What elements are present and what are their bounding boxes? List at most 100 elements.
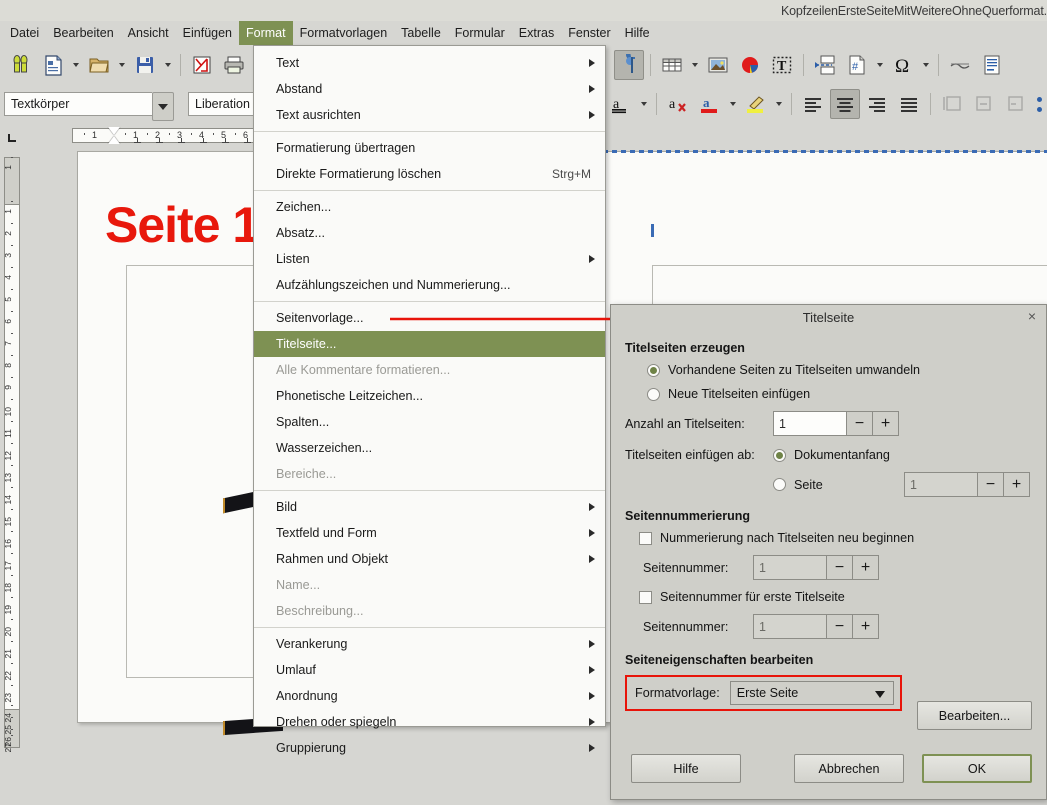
pagenum-spinner-1[interactable]: 1 − +: [753, 555, 879, 580]
font-color-dropdown-arrow[interactable]: [727, 89, 739, 119]
insert-chart-icon[interactable]: [735, 50, 765, 80]
pagenum-2-plus-button[interactable]: +: [853, 614, 879, 639]
help-button[interactable]: Hilfe: [631, 754, 741, 783]
save-icon[interactable]: [130, 50, 160, 80]
menu-item-text[interactable]: Text: [254, 50, 605, 76]
check-row-firstpage[interactable]: Seitennummer für erste Titelseite: [639, 590, 1032, 604]
ok-button[interactable]: OK: [922, 754, 1032, 783]
pagenum-input-2[interactable]: 1: [753, 614, 827, 639]
count-plus-button[interactable]: +: [873, 411, 899, 436]
menubar-item-bearbeiten[interactable]: Bearbeiten: [46, 21, 120, 45]
character-highlight-icon[interactable]: a: [606, 89, 636, 119]
menubar-item-datei[interactable]: Datei: [3, 21, 46, 45]
count-minus-button[interactable]: −: [847, 411, 873, 436]
menu-item-anordnung[interactable]: Anordnung: [254, 683, 605, 709]
highlight-color-dropdown-arrow[interactable]: [773, 89, 785, 119]
radio-insert-indicator[interactable]: [647, 388, 660, 401]
menubar-item-ansicht[interactable]: Ansicht: [121, 21, 176, 45]
menu-item-bild[interactable]: Bild: [254, 494, 605, 520]
cancel-button[interactable]: Abbrechen: [794, 754, 904, 783]
insert-footnote-icon[interactable]: [945, 50, 975, 80]
page-style-select[interactable]: Erste Seite: [730, 681, 894, 705]
menu-item-absatz[interactable]: Absatz...: [254, 220, 605, 246]
paragraph-style-combo[interactable]: Textkörper: [4, 92, 174, 116]
align-right-icon[interactable]: [862, 89, 892, 119]
menubar-item-formular[interactable]: Formular: [448, 21, 512, 45]
menubar-item-extras[interactable]: Extras: [512, 21, 561, 45]
menu-item-seitenvorlage[interactable]: Seitenvorlage...: [254, 305, 605, 331]
format-dropdown-menu[interactable]: TextAbstandText ausrichten Formatierung ü…: [253, 45, 606, 727]
menu-item-titelseite[interactable]: Titelseite...: [254, 331, 605, 357]
ruler-corner-tabstop[interactable]: [0, 123, 24, 147]
count-input[interactable]: 1: [773, 411, 847, 436]
new-document-icon[interactable]: [38, 50, 68, 80]
new-document-dropdown-arrow[interactable]: [70, 50, 82, 80]
find-replace-icon[interactable]: [6, 50, 36, 80]
insert-field-icon[interactable]: #: [842, 50, 872, 80]
menu-item-formatierung-übertragen[interactable]: Formatierung übertragen: [254, 135, 605, 161]
align-center-icon[interactable]: [830, 89, 860, 119]
open-file-icon[interactable]: [84, 50, 114, 80]
pagenum-spinner-2[interactable]: 1 − +: [753, 614, 879, 639]
insert-image-icon[interactable]: [703, 50, 733, 80]
insert-page-break-icon[interactable]: [810, 50, 840, 80]
character-highlight-dropdown-arrow[interactable]: [638, 89, 650, 119]
special-character-icon[interactable]: Ω: [888, 50, 918, 80]
justify-icon[interactable]: [894, 89, 924, 119]
check-firstpage-indicator[interactable]: [639, 591, 652, 604]
menubar-item-hilfe[interactable]: Hilfe: [618, 21, 657, 45]
pagenum-2-minus-button[interactable]: −: [827, 614, 853, 639]
menu-item-textfeld-und-form[interactable]: Textfeld und Form: [254, 520, 605, 546]
formatting-marks-icon[interactable]: [614, 50, 644, 80]
menubar-item-einfügen[interactable]: Einfügen: [176, 21, 239, 45]
insert-table-dropdown-arrow[interactable]: [689, 50, 701, 80]
radio-row-insert[interactable]: Neue Titelseiten einfügen: [647, 387, 1032, 401]
indent-marker-icon[interactable]: [108, 127, 121, 144]
print-icon[interactable]: [219, 50, 249, 80]
menu-item-abstand[interactable]: Abstand: [254, 76, 605, 102]
insert-table-icon[interactable]: [657, 50, 687, 80]
menubar-item-format[interactable]: Format: [239, 21, 293, 45]
highlight-color-icon[interactable]: [741, 89, 771, 119]
align-left-icon[interactable]: [798, 89, 828, 119]
page-style-row-highlighted[interactable]: Formatvorlage: Erste Seite: [625, 675, 902, 711]
check-restart-indicator[interactable]: [639, 532, 652, 545]
menubar-item-tabelle[interactable]: Tabelle: [394, 21, 448, 45]
menu-item-spalten[interactable]: Spalten...: [254, 409, 605, 435]
menubar-item-formatvorlagen[interactable]: Formatvorlagen: [293, 21, 395, 45]
count-spinner[interactable]: 1 − +: [773, 411, 899, 436]
page-spinner[interactable]: 1 − +: [904, 472, 1030, 497]
insert-textbox-icon[interactable]: T: [767, 50, 797, 80]
open-file-dropdown-arrow[interactable]: [116, 50, 128, 80]
check-row-restart[interactable]: Nummerierung nach Titelseiten neu beginn…: [639, 531, 1032, 545]
insert-field-dropdown-arrow[interactable]: [874, 50, 886, 80]
special-character-dropdown-arrow[interactable]: [920, 50, 932, 80]
menu-item-rahmen-und-objekt[interactable]: Rahmen und Objekt: [254, 546, 605, 572]
page-plus-button[interactable]: +: [1004, 472, 1030, 497]
menu-item-verankerung[interactable]: Verankerung: [254, 631, 605, 657]
save-dropdown-arrow[interactable]: [162, 50, 174, 80]
radio-convert-indicator[interactable]: [647, 364, 660, 377]
page-minus-button[interactable]: −: [978, 472, 1004, 497]
pagenum-1-plus-button[interactable]: +: [853, 555, 879, 580]
menu-item-aufzählungszeichen-und-nummerierung[interactable]: Aufzählungszeichen und Nummerierung...: [254, 272, 605, 298]
radio-page-indicator[interactable]: [773, 478, 786, 491]
insert-endnote-icon[interactable]: [977, 50, 1007, 80]
pagenum-1-minus-button[interactable]: −: [827, 555, 853, 580]
menubar-item-fenster[interactable]: Fenster: [561, 21, 617, 45]
menu-item-gruppierung[interactable]: Gruppierung: [254, 735, 605, 761]
toolbar-overflow-handle[interactable]: [1037, 97, 1042, 112]
export-pdf-icon[interactable]: [187, 50, 217, 80]
menu-item-text-ausrichten[interactable]: Text ausrichten: [254, 102, 605, 128]
page-input[interactable]: 1: [904, 472, 978, 497]
paragraph-style-value[interactable]: Textkörper: [4, 92, 152, 116]
menu-item-umlauf[interactable]: Umlauf: [254, 657, 605, 683]
radio-doc-start-indicator[interactable]: [773, 449, 786, 462]
vertical-ruler[interactable]: 1123456789101112131415161718192021222324…: [3, 147, 21, 752]
titelseite-dialog[interactable]: Titelseite × Titelseiten erzeugen Vorhan…: [610, 304, 1047, 800]
menu-item-phonetische-leitzeichen[interactable]: Phonetische Leitzeichen...: [254, 383, 605, 409]
pagenum-input-1[interactable]: 1: [753, 555, 827, 580]
menu-item-direkte-formatierung-löschen[interactable]: Direkte Formatierung löschenStrg+M: [254, 161, 605, 187]
paragraph-style-dropdown-arrow[interactable]: [152, 92, 174, 121]
menu-item-wasserzeichen[interactable]: Wasserzeichen...: [254, 435, 605, 461]
